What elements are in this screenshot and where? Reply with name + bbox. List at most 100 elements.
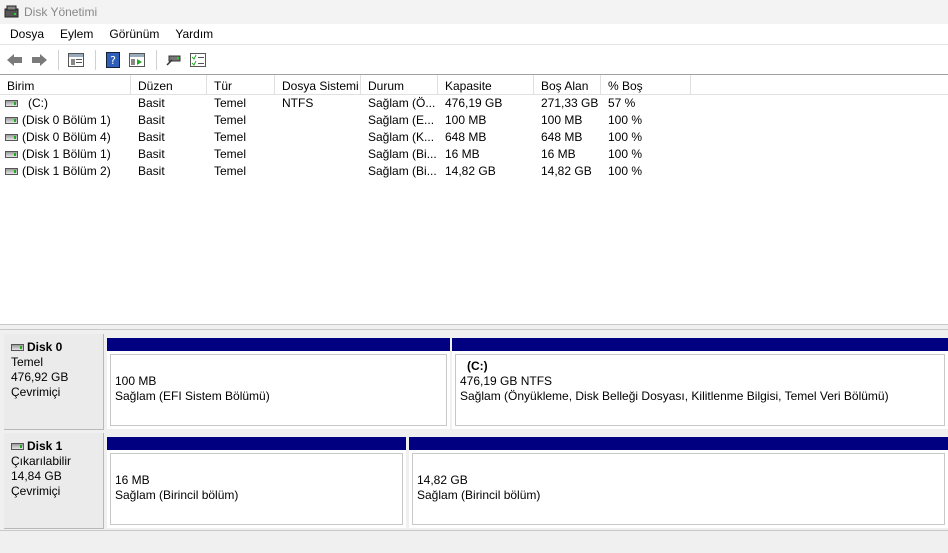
column-header-capacity[interactable]: Kapasite [438,75,534,95]
back-arrow-icon[interactable] [4,49,26,71]
partition-status: Sağlam (EFI Sistem Bölümü) [115,389,270,403]
partition-size: 100 MB [115,374,157,388]
volume-type: Temel [214,147,247,161]
volume-layout: Basit [138,113,165,127]
volume-row[interactable]: (Disk 1 Bölüm 2) Basit Temel Sağlam (Bi.… [0,163,948,180]
disk-row: Disk 1 Çıkarılabilir 14,84 GB Çevrimiçi … [0,433,948,529]
toolbar-separator [58,49,59,70]
menu-help[interactable]: Yardım [167,24,221,44]
volume-status: Sağlam (Bi... [368,164,437,178]
partition-block[interactable]: 16 MB Sağlam (Birincil bölüm) [107,437,406,528]
menu-file[interactable]: Dosya [0,24,52,44]
partition-bar [452,338,948,351]
menu-view[interactable]: Görünüm [101,24,167,44]
volume-name: (Disk 1 Bölüm 1) [22,147,111,161]
column-header-layout[interactable]: Düzen [131,75,207,95]
volume-layout: Basit [138,147,165,161]
bottom-legend-strip [0,530,948,553]
volume-type: Temel [214,113,247,127]
properties-icon[interactable] [65,49,87,71]
volume-name: (C:) [28,96,48,110]
view-icon[interactable] [126,49,148,71]
partition-size: 14,82 GB [417,473,468,487]
window-controls[interactable] [848,0,948,24]
partition-bar [409,437,948,450]
volume-status: Sağlam (Ö... [368,96,436,110]
disk-size: 476,92 GB [11,370,69,384]
volume-type: Temel [214,164,247,178]
menu-bar: Dosya Eylem Görünüm Yardım [0,24,948,44]
disk-management-icon [4,5,20,19]
disk-icon [11,443,24,450]
toolbar-separator [156,49,157,70]
volume-row[interactable]: (C:) Basit Temel NTFS Sağlam (Ö... 476,1… [0,95,948,112]
partition-size: 476,19 GB NTFS [460,374,553,388]
volume-type: Temel [214,96,247,110]
volume-type: Temel [214,130,247,144]
disk-icon [11,344,24,351]
partition-status: Sağlam (Birincil bölüm) [115,488,239,502]
partition-bar [107,338,450,351]
title-bar: Disk Yönetimi [0,0,948,24]
volume-file-system [275,146,361,163]
volume-percent-free: 100 % [608,147,643,161]
partition-status: Sağlam (Önyükleme, Disk Belleği Dosyası,… [460,389,889,403]
volume-list-header: Birim Düzen Tür Dosya Sistemi Durum Kapa… [0,75,948,95]
volume-free-space: 100 MB [541,113,583,127]
volume-free-space: 271,33 GB [541,96,599,110]
volume-row[interactable]: (Disk 0 Bölüm 1) Basit Temel Sağlam (E..… [0,112,948,129]
disk-size: 14,84 GB [11,469,62,483]
forward-arrow-icon[interactable] [28,49,50,71]
partition-block[interactable]: 100 MB Sağlam (EFI Sistem Bölümü) [107,338,450,429]
menu-action[interactable]: Eylem [52,24,101,44]
volume-file-system: NTFS [282,96,314,110]
volume-icon [5,117,18,124]
partition-block[interactable]: 14,82 GB Sağlam (Birincil bölüm) [409,437,948,528]
partition-block[interactable]: (C:) 476,19 GB NTFS Sağlam (Önyükleme, D… [452,338,948,429]
toolbar: ? [0,44,948,74]
volume-capacity: 100 MB [445,113,487,127]
column-header-percent-free[interactable]: % Boş [601,75,691,95]
partition-title: (C:) [467,359,488,373]
volume-capacity: 648 MB [445,130,487,144]
volume-name: (Disk 0 Bölüm 1) [22,113,111,127]
column-header-status[interactable]: Durum [361,75,438,95]
disk-type: Temel [11,355,44,369]
volume-file-system [275,112,361,129]
disk-type: Çıkarılabilir [11,454,72,468]
help-icon[interactable]: ? [102,49,124,71]
volume-status: Sağlam (K... [368,130,435,144]
column-header-file-system[interactable]: Dosya Sistemi [275,75,361,95]
volume-row[interactable]: (Disk 0 Bölüm 4) Basit Temel Sağlam (K..… [0,129,948,146]
volume-free-space: 648 MB [541,130,583,144]
column-header-type[interactable]: Tür [207,75,275,95]
disk-status: Çevrimiçi [11,484,61,498]
volume-layout: Basit [138,164,165,178]
disk-name: Disk 0 [27,340,63,354]
volume-status: Sağlam (E... [368,113,435,127]
volume-capacity: 14,82 GB [445,164,496,178]
volume-capacity: 476,19 GB [445,96,503,110]
volume-percent-free: 100 % [608,113,643,127]
partition-size: 16 MB [115,473,150,487]
connect-icon[interactable] [163,49,185,71]
column-header-volume[interactable]: Birim [0,75,131,95]
volume-capacity: 16 MB [445,147,480,161]
volume-layout: Basit [138,96,165,110]
volume-percent-free: 57 % [608,96,636,110]
volume-icon [5,134,18,141]
volume-row[interactable]: (Disk 1 Bölüm 1) Basit Temel Sağlam (Bi.… [0,146,948,163]
window-title: Disk Yönetimi [24,5,98,19]
volume-icon [5,168,18,175]
partition-bar [107,437,406,450]
volume-list: Birim Düzen Tür Dosya Sistemi Durum Kapa… [0,74,948,324]
volume-percent-free: 100 % [608,130,643,144]
volume-free-space: 14,82 GB [541,164,592,178]
checklist-icon[interactable] [187,49,209,71]
column-header-free-space[interactable]: Boş Alan [534,75,601,95]
disk-label[interactable]: Disk 1 Çıkarılabilir 14,84 GB Çevrimiçi [4,433,104,529]
svg-text:?: ? [110,54,116,67]
volume-file-system [275,129,361,146]
disk-name: Disk 1 [27,439,63,453]
disk-label[interactable]: Disk 0 Temel 476,92 GB Çevrimiçi [4,334,104,430]
